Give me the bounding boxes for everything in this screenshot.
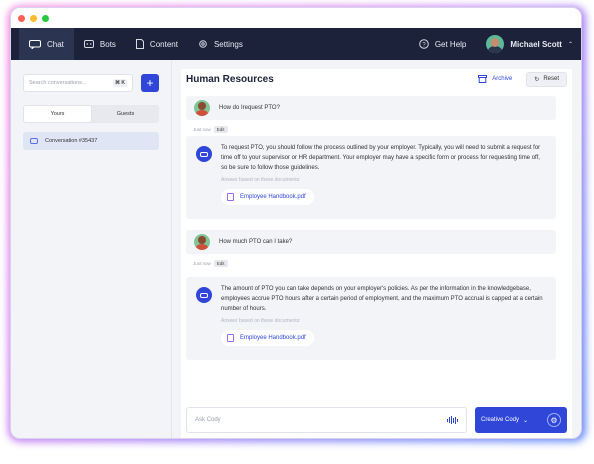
new-conversation-button[interactable]: +: [141, 74, 159, 92]
sidebar-item-conversation[interactable]: Conversation #35437: [23, 132, 159, 150]
page-title: Human Resources: [186, 73, 274, 85]
tab-yours[interactable]: Yours: [23, 105, 92, 123]
question-text: How do Irequest PTO?: [219, 105, 280, 111]
nav-chat[interactable]: Chat: [19, 28, 74, 60]
chat-bubble-icon: [30, 137, 38, 144]
source-label: Answer based on these documents:: [221, 318, 301, 324]
help-icon: ?: [419, 39, 429, 49]
app-window: Chat Bots Content Settings ? Get Help Mi…: [10, 7, 582, 439]
title-bar: [11, 8, 581, 28]
nav-content-label: Content: [149, 39, 178, 49]
message-meta: Just now Edit: [193, 260, 228, 267]
nav-settings[interactable]: Settings: [188, 28, 253, 60]
conversation-label: Conversation #35437: [45, 138, 98, 144]
nav-settings-label: Settings: [213, 39, 243, 49]
nav-content[interactable]: Content: [126, 28, 188, 60]
chevron-down-icon: ⌄: [523, 417, 529, 424]
search-placeholder: Search conversations...: [29, 80, 87, 86]
sidebar: Search conversations... ⌘ K + Yours Gues…: [11, 60, 172, 438]
timestamp: Just now: [193, 127, 211, 132]
document-icon: [135, 39, 144, 49]
source-document-name: Employee Handbook.pdf: [240, 335, 306, 341]
shortcut-badge: ⌘ K: [113, 79, 127, 87]
answer-text: To request PTO, you should follow the pr…: [221, 145, 541, 171]
reset-label: Reset: [543, 76, 559, 82]
source-document-chip[interactable]: Employee Handbook.pdf: [221, 189, 314, 205]
user-name: Michael Scott: [510, 39, 562, 49]
source-document-chip[interactable]: Employee Handbook.pdf: [221, 330, 314, 346]
composer: Ask Cody Creative Cody ⌄ ⚙: [186, 407, 567, 433]
chat-icon: [29, 39, 41, 49]
mode-select-button[interactable]: Creative Cody ⌄ ⚙: [475, 407, 567, 433]
plus-icon: +: [146, 76, 154, 90]
chat-header: Human Resources Archive ↻ Reset: [181, 69, 572, 89]
pdf-icon: [227, 334, 234, 342]
user-message: How much PTO can I take?: [186, 230, 556, 254]
reset-button[interactable]: ↻ Reset: [526, 71, 567, 87]
archive-button[interactable]: Archive: [478, 75, 512, 83]
microphone-wave-icon[interactable]: [447, 416, 458, 424]
edit-button[interactable]: Edit: [213, 126, 228, 133]
archive-icon: [478, 75, 488, 83]
close-window-icon[interactable]: [18, 14, 25, 22]
tab-guests[interactable]: Guests: [92, 105, 159, 123]
avatar: [194, 100, 210, 116]
mode-label: Creative Cody: [481, 417, 520, 423]
question-text: How much PTO can I take?: [219, 239, 293, 245]
gear-icon: [199, 40, 207, 48]
chat-panel: Human Resources Archive ↻ Reset How do I…: [181, 69, 572, 438]
bot-message: The amount of PTO you can take depends o…: [186, 277, 556, 360]
ask-placeholder: Ask Cody: [195, 417, 221, 423]
nav-chat-label: Chat: [47, 39, 64, 49]
edit-button[interactable]: Edit: [213, 260, 228, 267]
pdf-icon: [227, 193, 234, 201]
chevron-updown-icon: ⌃: [567, 41, 573, 48]
nav-help-label: Get Help: [434, 39, 467, 49]
bot-message: To request PTO, you should follow the pr…: [186, 136, 556, 219]
source-label: Answer based on these documents:: [221, 177, 301, 183]
conversation-filter: Yours Guests: [23, 105, 159, 123]
avatar: [486, 35, 505, 53]
refresh-icon: ↻: [534, 76, 540, 83]
ask-input[interactable]: Ask Cody: [186, 407, 467, 433]
search-input[interactable]: Search conversations... ⌘ K: [23, 74, 133, 92]
nav-bots-label: Bots: [99, 39, 116, 49]
nav-bots[interactable]: Bots: [74, 28, 126, 60]
source-document-name: Employee Handbook.pdf: [240, 194, 306, 200]
message-meta: Just now Edit: [193, 126, 228, 133]
maximize-window-icon[interactable]: [42, 14, 49, 22]
nav-help[interactable]: ? Get Help: [409, 28, 477, 60]
user-message: How do Irequest PTO?: [186, 96, 556, 120]
archive-label: Archive: [492, 76, 513, 82]
answer-text: The amount of PTO you can take depends o…: [221, 286, 543, 312]
bot-avatar-icon: [196, 287, 212, 303]
avatar: [194, 234, 210, 250]
bot-avatar-icon: [196, 146, 212, 162]
top-nav: Chat Bots Content Settings ? Get Help Mi…: [11, 28, 581, 60]
timestamp: Just now: [193, 261, 211, 266]
bot-icon: [83, 40, 94, 48]
gear-icon[interactable]: ⚙: [547, 413, 561, 427]
minimize-window-icon[interactable]: [30, 14, 37, 22]
user-menu[interactable]: Michael Scott ⌃: [476, 28, 573, 60]
